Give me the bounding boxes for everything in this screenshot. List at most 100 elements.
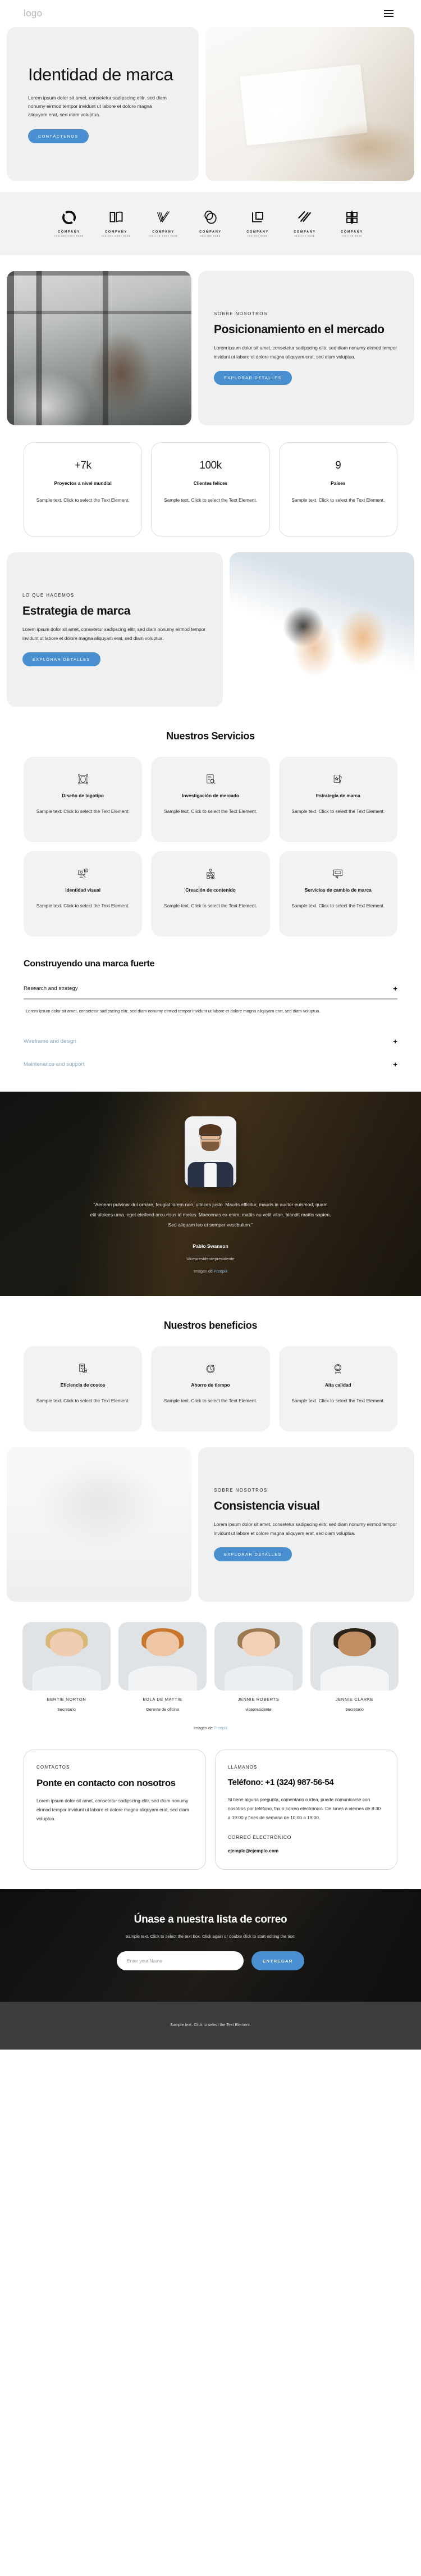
service-card[interactable]: Estrategia de marca Sample text. Click t…	[278, 757, 397, 842]
client-tagline: TAGLINE HERE	[247, 235, 268, 237]
client-tagline: TAGLINE HERE	[341, 235, 363, 237]
contact-card-left: CONTACTOS Ponte en contacto con nosotros…	[24, 1750, 206, 1870]
accordion-label: Research and strategy	[24, 985, 78, 992]
client-tagline: TAGLINE HERE	[200, 235, 221, 237]
client-logo-item: COMPANY TAGLINE HERE	[240, 207, 275, 237]
hours-text: Si tiene alguna pregunta, comentario o i…	[228, 1797, 381, 1820]
site-footer: Sample text. Click to select the Text El…	[0, 2002, 421, 2050]
hero-contact-button[interactable]: CONTÁCTENOS	[28, 129, 89, 144]
accordion-header-research[interactable]: Research and strategy +	[24, 982, 397, 999]
strategy-explore-button[interactable]: EXPLORAR DETALLES	[22, 652, 100, 666]
strategy-card: LO QUE HACEMOS Estrategia de marca Lorem…	[7, 552, 223, 707]
plus-icon[interactable]: +	[393, 985, 397, 992]
stat-value: 100k	[199, 460, 222, 471]
consistency-image	[7, 1447, 191, 1602]
freepik-link[interactable]: Freepik	[214, 1269, 227, 1274]
benefit-card[interactable]: Alta calidad Sample text. Click to selec…	[278, 1346, 397, 1432]
freepik-link[interactable]: Freepik	[214, 1725, 227, 1730]
brand-strategy-icon	[287, 771, 390, 787]
email-address[interactable]: ejemplo@ejemplo.com	[228, 1848, 385, 1853]
services-grid-row2: Identidad visual Sample text. Click to s…	[0, 851, 421, 937]
team-role: Secretario	[57, 1707, 76, 1712]
phone-title: Teléfono: +1 (324) 987-56-54	[228, 1778, 334, 1788]
client-logo-item: COMPANY TAGLINE GOES HERE	[146, 207, 181, 237]
market-research-icon	[159, 771, 262, 787]
service-card[interactable]: Creación de contenido Sample text. Click…	[151, 851, 270, 937]
benefit-text: Sample text. Click to select the Text El…	[36, 1398, 130, 1404]
client-tagline: TAGLINE HERE	[294, 235, 315, 237]
contact-title: Ponte en contacto con nosotros	[36, 1778, 176, 1789]
team-name: JENNIE CLARKE	[335, 1697, 374, 1702]
consistency-card: SOBRE NOSOTROS Consistencia visual Lorem…	[198, 1447, 414, 1602]
hamburger-icon[interactable]	[382, 8, 396, 19]
accordion-header-wireframe[interactable]: Wireframe and design +	[24, 1030, 397, 1053]
benefit-title: Ahorro de tiempo	[191, 1382, 230, 1388]
benefit-card[interactable]: Eficiencia de costos Sample text. Click …	[24, 1346, 143, 1432]
team-name: BOLA DE MATTIE	[143, 1697, 182, 1702]
client-name: COMPANY	[246, 230, 269, 234]
positioning-card: SOBRE NOSOTROS Posicionamiento en el mer…	[198, 271, 414, 425]
service-card[interactable]: Diseño de logotipo Sample text. Click to…	[24, 757, 143, 842]
team-member: JENNIE CLARKE Secretario	[310, 1622, 399, 1712]
stat-value: 9	[335, 460, 341, 471]
plus-icon[interactable]: +	[393, 1061, 397, 1068]
newsletter-name-input[interactable]	[117, 1951, 244, 1971]
accordion-heading: Construyendo una marca fuerte	[24, 959, 155, 969]
client-logo-item: COMPANY TAGLINE GOES HERE	[52, 207, 86, 237]
newsletter-submit-button[interactable]: ENTREGAR	[251, 1951, 304, 1971]
service-card[interactable]: Servicios de cambio de marca Sample text…	[278, 851, 397, 937]
positioning-title: Posicionamiento en el mercado	[214, 323, 385, 337]
high-quality-icon	[287, 1361, 390, 1376]
positioning-explore-button[interactable]: EXPLORAR DETALLES	[214, 370, 292, 385]
monogram-logo-icon	[335, 207, 369, 228]
accordion-item: Research and strategy + Lorem ipsum dolo…	[24, 982, 397, 1030]
client-name: COMPANY	[199, 230, 222, 234]
stats-section: +7k Proyectos a nivel mundial Sample tex…	[0, 425, 421, 537]
accordion-section: Construyendo una marca fuerte Research a…	[0, 937, 421, 1076]
consistency-title: Consistencia visual	[214, 1500, 320, 1513]
service-text: Sample text. Click to select the Text El…	[164, 808, 257, 814]
accordion-header-maintenance[interactable]: Maintenance and support +	[24, 1053, 397, 1076]
positioning-eyebrow: SOBRE NOSOTROS	[214, 311, 268, 317]
benefit-text: Sample text. Click to select the Text El…	[291, 1398, 385, 1404]
slashes-logo-icon	[287, 207, 322, 228]
service-text: Sample text. Click to select the Text El…	[291, 903, 385, 908]
client-logo-item: COMPANY TAGLINE HERE	[193, 207, 228, 237]
newsletter-section: Únase a nuestra lista de correo Sample t…	[0, 1889, 421, 2002]
accordion-label: Maintenance and support	[24, 1061, 85, 1067]
testimonial-avatar	[185, 1116, 236, 1187]
testimonial-quote: "Aenean pulvinar dui ornare, feugiat lor…	[90, 1201, 331, 1228]
accordion-item: Wireframe and design +	[24, 1030, 397, 1053]
consistency-explore-button[interactable]: EXPLORAR DETALLES	[214, 1547, 292, 1561]
plus-icon[interactable]: +	[393, 1038, 397, 1045]
team-credit: Imagen de Freepik	[0, 1712, 421, 1730]
service-title: Servicios de cambio de marca	[304, 887, 372, 893]
stat-label: Países	[331, 480, 346, 486]
stat-card: 9 Países Sample text. Click to select th…	[278, 442, 397, 537]
rebranding-icon	[287, 866, 390, 882]
client-name: COMPANY	[105, 230, 127, 234]
service-title: Creación de contenido	[185, 887, 236, 893]
service-title: Investigación de mercado	[182, 793, 239, 798]
benefit-card[interactable]: Ahorro de tiempo Sample text. Click to s…	[151, 1346, 270, 1432]
strategy-image	[230, 552, 414, 707]
client-name: COMPANY	[294, 230, 316, 234]
cost-efficiency-icon	[31, 1361, 134, 1376]
service-card[interactable]: Investigación de mercado Sample text. Cl…	[151, 757, 270, 842]
stat-text: Sample text. Click to select the Text El…	[36, 497, 130, 503]
service-title: Diseño de logotipo	[62, 793, 104, 798]
service-text: Sample text. Click to select the Text El…	[291, 808, 385, 814]
site-header: logo	[0, 0, 421, 27]
consistency-text: Lorem ipsum dolor sit amet, consetetur s…	[214, 1521, 397, 1537]
square-corner-logo-icon	[240, 207, 275, 228]
team-photo	[22, 1622, 111, 1691]
service-text: Sample text. Click to select the Text El…	[164, 903, 257, 908]
service-card[interactable]: Identidad visual Sample text. Click to s…	[24, 851, 143, 937]
client-tagline: TAGLINE GOES HERE	[101, 235, 131, 237]
credit-prefix: Imagen de	[194, 1269, 214, 1274]
service-text: Sample text. Click to select the Text El…	[36, 903, 130, 908]
stat-value: +7k	[74, 460, 91, 471]
benefits-grid: Eficiencia de costos Sample text. Click …	[0, 1346, 421, 1432]
site-logo[interactable]: logo	[24, 8, 42, 19]
benefit-title: Eficiencia de costos	[60, 1382, 106, 1388]
